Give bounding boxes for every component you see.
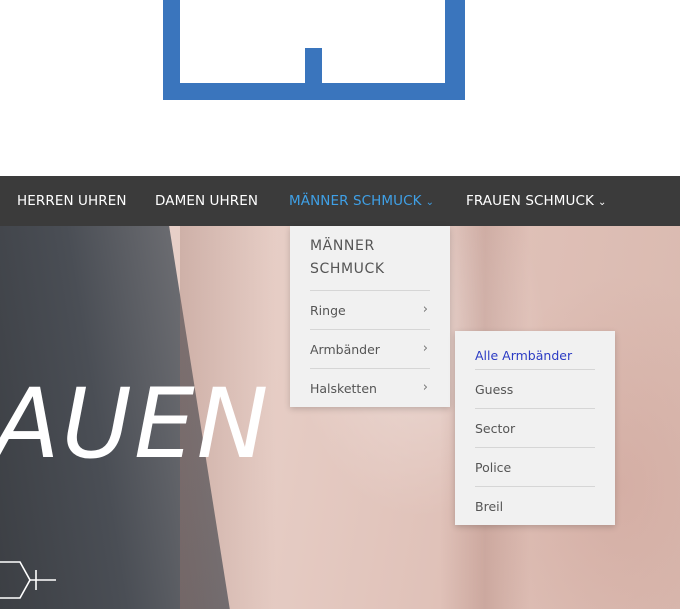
dropdown-item-halsketten[interactable]: Halsketten ›	[310, 368, 430, 407]
submenu-item-label: Alle Armbänder	[475, 348, 573, 363]
logo-notch	[305, 48, 322, 88]
chevron-right-icon: ›	[422, 302, 428, 317]
nav-item-frauen-schmuck[interactable]: FRAUEN SCHMUCK ⌄	[466, 176, 606, 226]
arrow-icon[interactable]	[0, 556, 60, 606]
submenu-item-police[interactable]: Police	[475, 447, 595, 486]
dropdown-item-armbaender[interactable]: Armbänder ›	[310, 329, 430, 368]
hero-title: AUEN	[0, 368, 271, 480]
dropdown-item-ringe[interactable]: Ringe ›	[310, 290, 430, 329]
submenu-item-label: Guess	[475, 382, 514, 397]
dropdown-title-line: MÄNNER	[310, 238, 375, 254]
submenu-armbaender: Alle Armbänder Guess Sector Police Breil	[455, 331, 615, 525]
chevron-down-icon: ⌄	[425, 197, 435, 208]
nav-item-label: DAMEN UHREN	[155, 193, 259, 209]
nav-item-label: HERREN UHREN	[17, 193, 127, 209]
chevron-right-icon: ›	[422, 341, 428, 356]
submenu-item-label: Breil	[475, 499, 504, 514]
nav-item-herren-uhren[interactable]: HERREN UHREN	[17, 176, 127, 226]
chevron-down-icon: ⌄	[598, 197, 607, 208]
submenu-item-breil[interactable]: Breil	[475, 486, 595, 525]
dropdown-item-label: Halsketten	[310, 381, 377, 396]
dropdown-item-label: Armbänder	[310, 342, 380, 357]
dropdown-title: MÄNNER SCHMUCK	[310, 235, 440, 281]
submenu-item-label: Sector	[475, 421, 516, 436]
nav-item-maenner-schmuck[interactable]: MÄNNER SCHMUCK ⌄	[289, 176, 434, 226]
nav-item-damen-uhren[interactable]: DAMEN UHREN	[155, 176, 258, 226]
nav-item-label: FRAUEN SCHMUCK	[466, 193, 594, 209]
dropdown-item-label: Ringe	[310, 303, 346, 318]
dropdown-maenner-schmuck: MÄNNER SCHMUCK Ringe › Armbänder › Halsk…	[290, 226, 450, 407]
submenu-item-sector[interactable]: Sector	[475, 408, 595, 447]
nav-item-label: MÄNNER SCHMUCK	[289, 193, 422, 209]
submenu-item-label: Police	[475, 460, 512, 475]
logo-area	[0, 0, 680, 176]
dropdown-title-line: SCHMUCK	[310, 261, 385, 277]
chevron-right-icon: ›	[422, 380, 428, 395]
submenu-item-guess[interactable]: Guess	[475, 369, 595, 408]
main-nav: HERREN UHREN DAMEN UHREN MÄNNER SCHMUCK ⌄…	[0, 176, 680, 226]
